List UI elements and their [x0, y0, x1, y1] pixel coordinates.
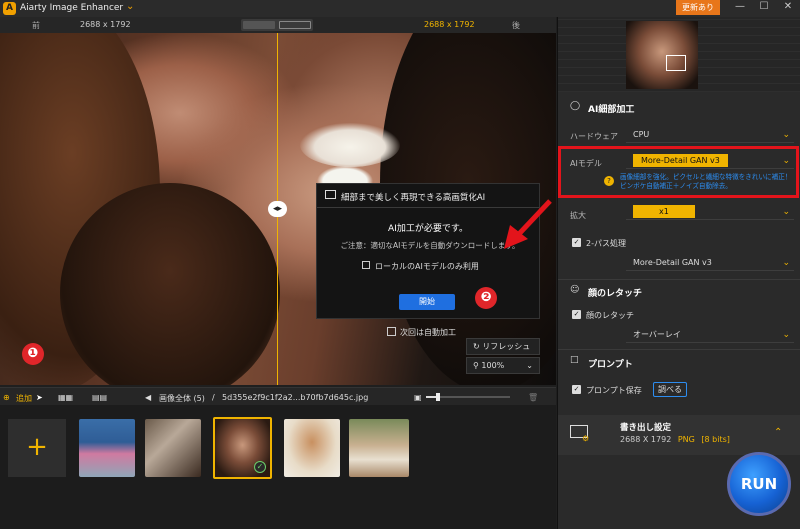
thumbnail-strip: + ✓	[0, 405, 556, 529]
two-pass-chevron-icon: ⌄	[782, 258, 790, 268]
annotation-2: ❷	[475, 287, 497, 309]
scale-select[interactable]: x1 ⌄	[626, 205, 794, 220]
scale-chevron-icon: ⌄	[782, 207, 790, 217]
back-arrow-icon[interactable]: ◀	[145, 393, 151, 402]
two-pass-model-select[interactable]: More-Detail GAN v3 ⌄	[626, 256, 794, 271]
grid-view-icon[interactable]: ▦▦	[58, 393, 73, 402]
add-icon[interactable]: ⊕	[3, 393, 10, 402]
export-bits: [8 bits]	[701, 435, 730, 444]
app-menu-chevron-icon[interactable]: ⌄	[126, 1, 134, 12]
prompt-save-checkbox[interactable]: ✓	[572, 385, 581, 394]
thumbnail-girl-field[interactable]	[349, 419, 409, 477]
update-button[interactable]: 更新あり	[676, 0, 720, 15]
face-retouch-checkbox[interactable]: ✓	[572, 310, 581, 319]
split-view-icon[interactable]	[243, 21, 275, 29]
app-title: Aiarty Image Enhancer	[20, 3, 124, 13]
export-title: 書き出し設定	[620, 423, 672, 433]
close-icon[interactable]: ✕	[776, 0, 800, 15]
navigator-preview[interactable]	[558, 17, 800, 92]
app-logo-icon: A	[3, 2, 16, 15]
refresh-button[interactable]: ↻ リフレッシュ	[466, 338, 540, 355]
current-filename: 5d355e2f9c1f2a2...b70fb7d645c.jpg	[222, 393, 369, 402]
dialog-title: 細部まで美しく再現できる高画質化AI	[341, 193, 486, 203]
two-pass-checkbox[interactable]: ✓	[572, 238, 581, 247]
face-retouch-title: 顔のレタッチ	[588, 289, 643, 299]
zoom-chevron-icon: ⌄	[526, 361, 533, 370]
face-mode-chevron-icon: ⌄	[782, 330, 790, 340]
list-view-icon[interactable]: ▤▤	[92, 393, 107, 402]
selected-check-icon: ✓	[254, 461, 266, 473]
image-size-icon: ▣	[414, 393, 422, 402]
side-by-side-icon[interactable]	[279, 21, 311, 29]
split-handle-icon[interactable]: ◂▸	[268, 201, 287, 217]
after-size: 2688 x 1792	[424, 20, 475, 29]
scale-value: x1	[633, 205, 695, 218]
before-label: 前	[32, 21, 40, 30]
prompt-save-label: プロンプト保存	[586, 386, 642, 395]
annotation-arrow-icon	[504, 199, 552, 249]
start-button[interactable]: 開始	[399, 294, 455, 310]
prompt-check-button[interactable]: 調べる	[653, 382, 687, 397]
export-expand-icon[interactable]: ⌃	[774, 427, 782, 438]
run-button[interactable]: RUN	[727, 452, 791, 516]
zoom-select[interactable]: ⚲ 100% ⌄	[466, 357, 540, 374]
maximize-icon[interactable]: ☐	[752, 0, 776, 15]
zoom-search-icon: ⚲	[473, 361, 479, 370]
face-mode-value: オーバーレイ	[633, 330, 681, 339]
title-bar: A Aiarty Image Enhancer ⌄ 更新あり — ☐ ✕	[0, 0, 800, 17]
local-only-label: ローカルのAIモデルのみ利用	[375, 262, 479, 271]
hardware-chevron-icon: ⌄	[782, 130, 790, 140]
compare-bar: 前 2688 x 1792 2688 x 1792 後	[0, 17, 556, 33]
prompt-icon: □	[570, 355, 579, 365]
two-pass-label: 2-パス処理	[586, 239, 626, 248]
two-pass-model-value: More-Detail GAN v3	[633, 258, 712, 267]
add-image-tile[interactable]: +	[8, 419, 66, 477]
face-mode-select[interactable]: オーバーレイ ⌄	[626, 328, 794, 343]
export-details: 2688 X 1792 PNG [8 bits]	[620, 435, 730, 444]
face-retouch-label: 顔のレタッチ	[586, 311, 634, 320]
export-size: 2688 X 1792	[620, 435, 672, 444]
view-mode-switch[interactable]	[241, 19, 313, 31]
thumbnail-cooking-person[interactable]	[145, 419, 201, 477]
all-images-link[interactable]: 画像全体 (5)	[159, 393, 205, 404]
after-label: 後	[512, 21, 520, 30]
refresh-label: リフレッシュ	[482, 342, 531, 351]
refresh-icon: ↻	[473, 342, 480, 351]
minimize-icon[interactable]: —	[728, 0, 752, 15]
ai-detail-title: AI細部加工	[588, 105, 635, 115]
auto-process-label: 次回は自動加工	[400, 328, 456, 337]
scale-label: 拡大	[570, 211, 586, 220]
export-gear-icon: ⚙	[582, 434, 590, 443]
zoom-value: 100%	[481, 361, 505, 370]
cursor-icon: ➤	[36, 393, 43, 402]
thumbnail-cartoon-boy[interactable]	[284, 419, 340, 477]
bottom-toolbar: ⊕ 追加 ➤ ▦▦ ▤▤ ◀ 画像全体 (5) / 5d355e2f9c1f2a…	[0, 387, 556, 405]
breadcrumb-separator: /	[212, 393, 215, 402]
export-settings[interactable]: ⚙ 書き出し設定 2688 X 1792 PNG [8 bits] ⌃	[558, 415, 800, 455]
thumbnail-child-umbrella[interactable]	[79, 419, 135, 477]
annotation-1: ❶	[22, 343, 44, 365]
local-only-checkbox[interactable]	[362, 261, 370, 269]
thumbnail-smiling-woman[interactable]: ✓	[213, 417, 272, 479]
highlight-box-ai-model	[558, 146, 799, 198]
before-size: 2688 x 1792	[80, 20, 131, 29]
face-retouch-icon: ☺	[570, 285, 580, 295]
add-button[interactable]: 追加	[16, 393, 32, 404]
thumb-size-slider[interactable]	[426, 393, 510, 401]
ai-detail-icon: ◯	[570, 101, 581, 111]
export-format: PNG	[677, 435, 695, 444]
prompt-title: プロンプト	[588, 360, 633, 370]
auto-process-checkbox[interactable]	[387, 327, 396, 336]
monitor-icon	[325, 190, 336, 199]
hardware-value: CPU	[633, 130, 650, 139]
trash-icon[interactable]: 🗑	[528, 393, 538, 402]
hardware-select[interactable]: CPU ⌄	[626, 128, 794, 143]
hardware-label: ハードウェア	[570, 132, 618, 141]
